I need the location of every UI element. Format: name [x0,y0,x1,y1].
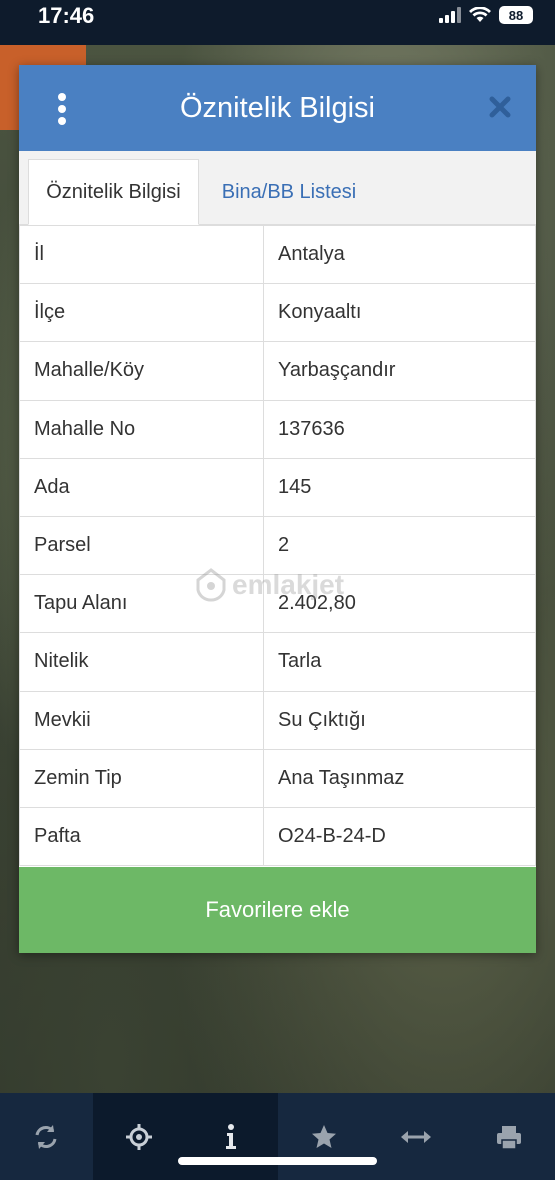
dialog-title: Öznitelik Bilgisi [180,91,375,124]
table-row: Mahalle/Köy Yarbaşçandır [19,341,536,401]
info-button[interactable] [185,1093,278,1180]
home-indicator[interactable] [178,1157,377,1165]
row-label: Tapu Alanı [19,574,264,634]
row-label: Mevkii [19,690,264,750]
attribute-info-dialog: Öznitelik Bilgisi Öznitelik Bilgisi Bina… [19,65,536,953]
tab-bar: Öznitelik Bilgisi Bina/BB Listesi [19,151,536,225]
dialog-header: Öznitelik Bilgisi [19,65,536,151]
row-label: Parsel [19,515,264,576]
row-label: Mahalle No [19,399,264,459]
row-value: Antalya [263,224,536,285]
status-bar: 17:46 88 [0,0,555,45]
table-row: Parsel 2 [19,515,536,576]
attribute-table: İl Antalya İlçe Konyaaltı Mahalle/Köy Ya… [19,224,536,867]
row-value: O24-B-24-D [263,806,536,867]
table-row: Tapu Alanı 2.402,80 [19,574,536,634]
row-value: Tarla [263,632,536,692]
wifi-icon [469,7,491,22]
tab-attribute-info[interactable]: Öznitelik Bilgisi [28,159,199,225]
row-label: Nitelik [19,632,264,692]
row-label: Zemin Tip [19,748,264,808]
table-row: Mevkii Su Çıktığı [19,690,536,750]
print-button[interactable] [463,1093,555,1180]
table-row: İlçe Konyaaltı [19,283,536,343]
row-value: 2.402,80 [263,574,536,634]
refresh-icon [35,1124,57,1149]
table-row: Nitelik Tarla [19,632,536,692]
measure-icon [401,1130,432,1143]
status-icons: 88 [439,6,533,24]
row-value: 2 [263,515,536,576]
locate-button[interactable] [92,1093,185,1180]
row-label: Mahalle/Köy [19,341,264,401]
table-row: Mahalle No 137636 [19,399,536,459]
bottom-toolbar [0,1093,555,1180]
more-options-icon[interactable] [55,93,69,125]
locate-icon [125,1123,152,1150]
favorites-button[interactable] [278,1093,371,1180]
row-label: Pafta [19,806,264,867]
star-icon [311,1124,336,1148]
row-value: Konyaaltı [263,283,536,343]
measure-button[interactable] [370,1093,463,1180]
info-icon [226,1123,237,1149]
close-icon[interactable] [488,95,512,119]
row-label: İl [19,224,264,285]
status-time: 17:46 [38,3,95,28]
row-value: Su Çıktığı [263,690,536,750]
row-value: 145 [263,457,536,517]
refresh-button[interactable] [0,1093,93,1180]
table-row: Ada 145 [19,457,536,517]
row-label: İlçe [19,283,264,343]
row-value: 137636 [263,399,536,459]
table-row: Pafta O24-B-24-D [19,806,536,867]
print-icon [496,1125,521,1150]
add-to-favorites-button[interactable]: Favorilere ekle [19,867,536,953]
table-row: Zemin Tip Ana Taşınmaz [19,748,536,808]
row-value: Ana Taşınmaz [263,748,536,808]
table-row: İl Antalya [19,224,536,285]
cellular-signal-icon [439,7,461,23]
tab-building-list[interactable]: Bina/BB Listesi [199,159,379,225]
battery-icon: 88 [499,6,533,24]
row-label: Ada [19,457,264,517]
row-value: Yarbaşçandır [263,341,536,401]
